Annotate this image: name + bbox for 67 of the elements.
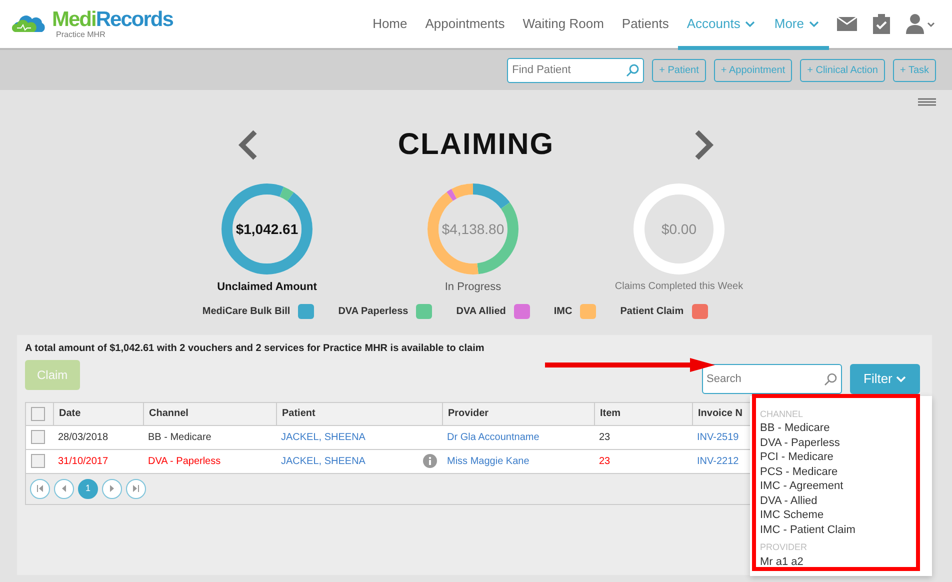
table-link[interactable]: Miss Maggie Kane: [447, 454, 530, 468]
clipboard-check-icon[interactable]: [873, 14, 890, 34]
table-cell-text: 31/10/2017: [58, 454, 108, 468]
find-patient-field[interactable]: Find Patient: [507, 58, 644, 82]
last-page-icon: [132, 485, 140, 492]
table-link[interactable]: Dr Gla Accountname: [447, 430, 540, 444]
legend-label: DVA Allied: [456, 304, 506, 318]
donut-label: Unclaimed Amount: [217, 280, 317, 295]
search-field[interactable]: Search: [702, 364, 842, 394]
caret-icon: [896, 376, 906, 383]
nav-tab[interactable]: Waiting Room: [514, 2, 613, 50]
table-cell-text: 23: [599, 454, 610, 468]
table-link[interactable]: INV-2519: [697, 430, 739, 444]
amount-value: $0.00: [661, 220, 697, 238]
menu-item[interactable]: IMC - Agreement: [760, 479, 922, 494]
legend-label: IMC: [554, 304, 572, 318]
donut-label: In Progress: [444, 280, 502, 295]
column-header[interactable]: Channel: [143, 402, 276, 424]
menu-item[interactable]: IMC - Patient Claim: [760, 522, 922, 537]
menu-icon[interactable]: [918, 98, 936, 106]
pager-button[interactable]: [126, 478, 146, 498]
row-checkbox[interactable]: [31, 454, 45, 468]
table-cell-text: BB - Medicare: [148, 430, 212, 444]
cloud-logo-icon: [12, 14, 48, 34]
table-link[interactable]: INV-2212: [697, 454, 739, 468]
nav-tab[interactable]: Home: [364, 2, 416, 50]
amount-value: $4,138.80: [442, 220, 504, 238]
menu-item[interactable]: DVA - Paperless: [760, 436, 922, 450]
donut-label: Claims Completed this Week: [614, 280, 744, 294]
menu-section-heading: PROVIDER: [760, 541, 808, 554]
column-header[interactable]: Date: [53, 402, 143, 424]
legend-label: Patient Claim: [620, 304, 684, 318]
table-cell-text: 23: [599, 430, 610, 444]
table-cell-text: 28/03/2018: [58, 430, 108, 444]
table-link[interactable]: JACKEL, SHEENA: [281, 430, 366, 444]
page-title: CLAIMING: [398, 127, 554, 163]
column-header[interactable]: Patient: [276, 402, 442, 424]
claim-summary-text: A total amount of $1,042.61 with 2 vouchers and 2 services for Practice MHR is available to claim: [25, 342, 486, 356]
menu-item[interactable]: PCI - Medicare: [760, 450, 922, 464]
previous-page-icon: [60, 485, 68, 492]
row-checkbox[interactable]: [31, 430, 45, 444]
amount-value: $1,042.61: [236, 220, 298, 238]
logo-subtitle: Practice MHR: [56, 31, 106, 39]
logo-text: MediRecords: [52, 9, 173, 30]
menu-item[interactable]: IMC Scheme: [760, 508, 922, 522]
select-all-checkbox[interactable]: [31, 406, 45, 420]
legend-label: MediCare Bulk Bill: [202, 304, 290, 318]
pager-button[interactable]: [54, 478, 74, 498]
table-cell-text: DVA - Paperless: [148, 454, 221, 468]
nav-tab[interactable]: Patients: [612, 2, 678, 50]
menu-item[interactable]: Mr a1 a2: [760, 554, 922, 569]
table-link[interactable]: JACKEL, SHEENA: [281, 454, 366, 468]
column-header[interactable]: Item: [594, 402, 692, 424]
menu-item[interactable]: DVA - Allied: [760, 494, 922, 508]
mail-icon[interactable]: [837, 17, 857, 31]
pager-button[interactable]: [30, 478, 50, 498]
search-icon: [626, 64, 640, 77]
next-page-icon: [108, 485, 116, 492]
first-page-icon: [36, 485, 44, 492]
info-icon[interactable]: [423, 454, 437, 468]
menu-item[interactable]: PCS - Medicare: [760, 464, 922, 479]
nav-tab[interactable]: Appointments: [416, 2, 514, 50]
column-header[interactable]: Provider: [442, 402, 594, 424]
search-icon: [824, 372, 836, 386]
legend-label: DVA Paperless: [338, 304, 408, 318]
user-menu-icon[interactable]: [906, 14, 936, 34]
pager-button[interactable]: [102, 478, 122, 498]
